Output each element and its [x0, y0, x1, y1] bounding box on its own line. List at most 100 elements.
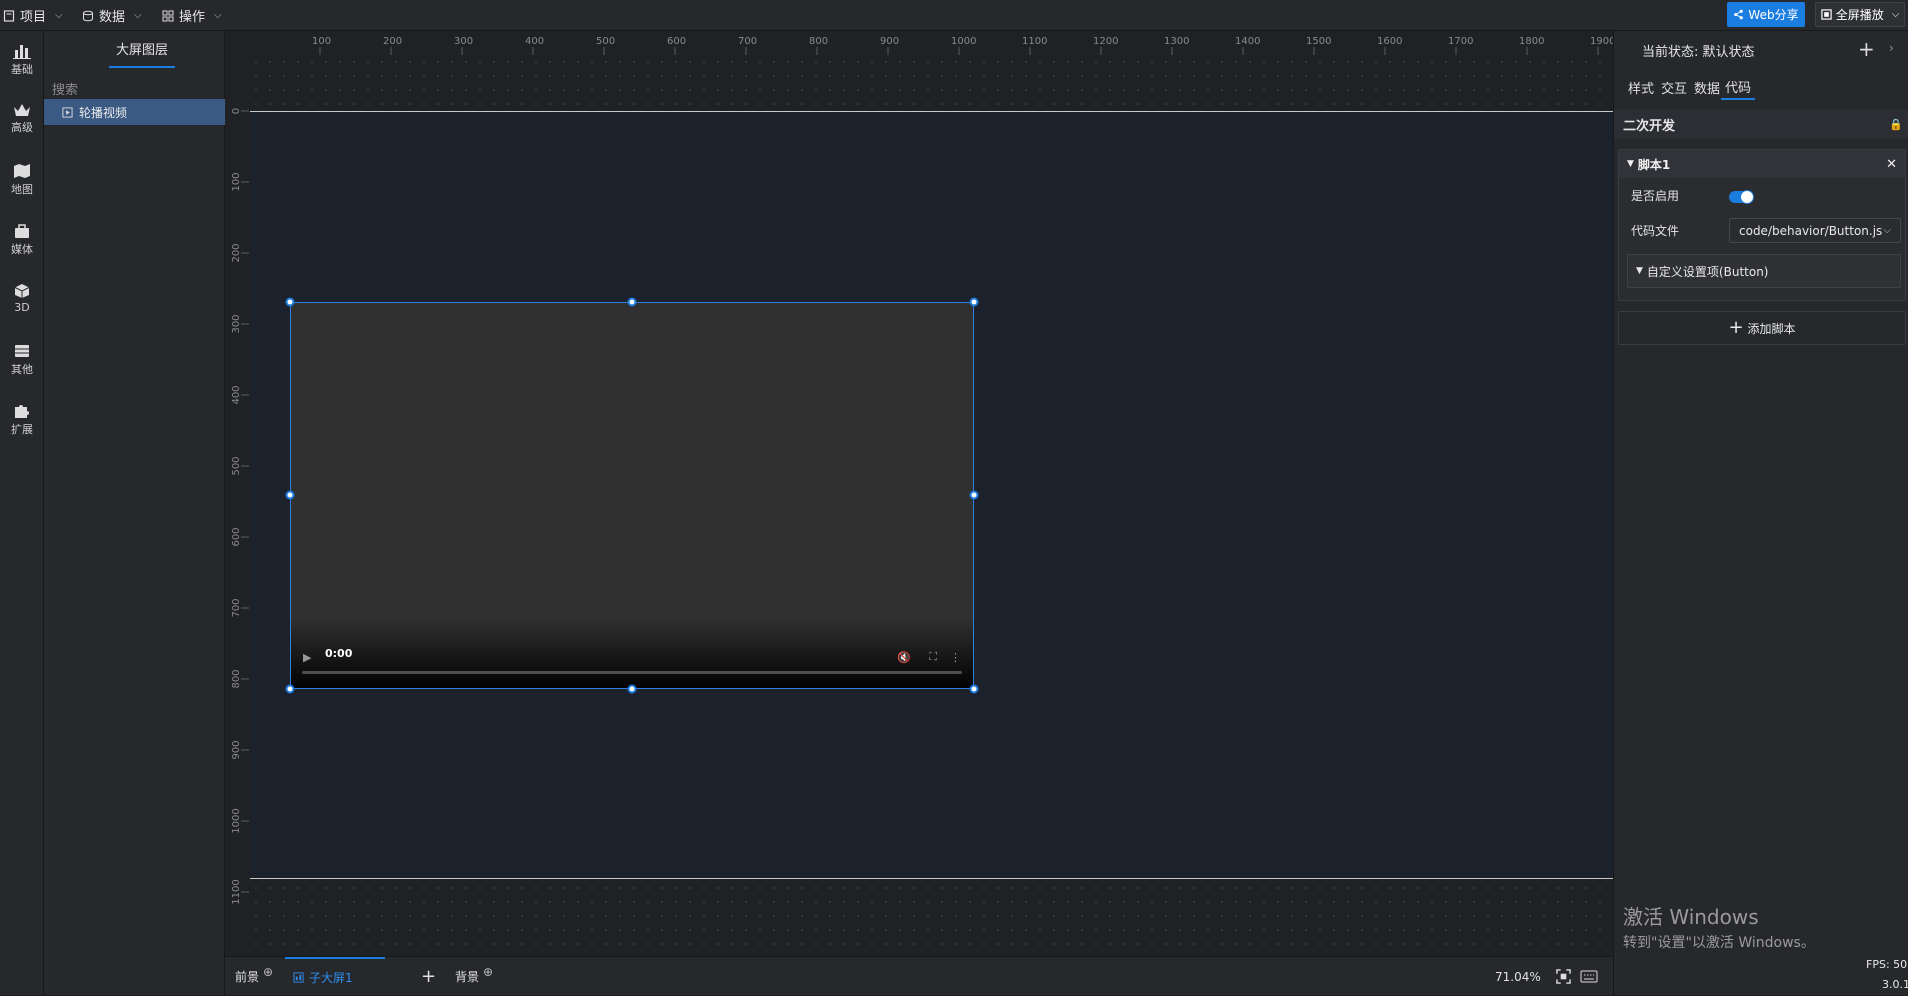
ruler-h-label: 200: [383, 36, 402, 47]
resize-handle-right[interactable]: [969, 490, 979, 500]
tab-foreground[interactable]: 前景 ⊕: [235, 957, 273, 996]
web-share-button[interactable]: Web分享: [1727, 2, 1805, 27]
ruler-h-label: 600: [667, 36, 686, 47]
custom-settings-label: 自定义设置项(Button): [1646, 264, 1769, 279]
category-map[interactable]: 地图: [0, 151, 44, 207]
close-icon[interactable]: ✕: [1886, 157, 1897, 172]
category-label: 其他: [11, 363, 33, 376]
add-circle-icon[interactable]: ⊕: [483, 965, 493, 979]
share-icon: [1734, 9, 1744, 20]
category-extension[interactable]: 扩展: [0, 391, 44, 447]
resize-handle-top-left[interactable]: [285, 297, 295, 307]
chevron-right-icon[interactable]: ›: [1889, 41, 1894, 55]
chevron-down-icon: ⌵: [55, 10, 63, 21]
add-script-button[interactable]: + 添加脚本: [1618, 311, 1906, 345]
caret-down-icon: ▼: [1627, 159, 1634, 169]
layer-panel: 大屏图层 搜索 轮播视频: [44, 31, 225, 995]
tab-code[interactable]: 代码: [1721, 74, 1755, 100]
fullscreen-play-button[interactable]: 全屏播放 ⌵: [1815, 2, 1905, 27]
vertical-ruler-ticks: 0 100 200 300 400 500 600 700 800 900 1000 1100: [231, 108, 249, 905]
category-media[interactable]: 媒体: [0, 211, 44, 267]
resize-handle-bottom[interactable]: [627, 684, 637, 694]
add-screen-button[interactable]: +: [421, 957, 436, 996]
keyboard-icon[interactable]: [1580, 957, 1598, 996]
play-icon[interactable]: ▶: [303, 651, 311, 664]
codefile-value: code/behavior/Button.js: [1739, 223, 1883, 238]
ruler-h-label: 1500: [1306, 36, 1331, 47]
category-label: 高级: [11, 121, 33, 134]
script-header[interactable]: ▼ 脚本1 ✕: [1619, 150, 1905, 178]
screen-icon: [293, 972, 304, 983]
ruler-h-label: 1800: [1519, 36, 1544, 47]
menu-operations-label: 操作: [179, 10, 206, 25]
video-component[interactable]: ▶ 0:00 🔇 ⛶ ⋮: [290, 302, 974, 689]
more-options-icon[interactable]: ⋮: [950, 651, 961, 664]
plus-icon: +: [1728, 317, 1744, 338]
zoom-level[interactable]: 71.04%: [1495, 957, 1541, 996]
menu-operations[interactable]: 操作 ⌵: [162, 0, 222, 31]
resize-handle-top-right[interactable]: [969, 297, 979, 307]
enabled-toggle[interactable]: [1729, 190, 1754, 204]
horizontal-ruler: 100 200 300 400 500 600 700 800 900 1000 1100 1200 1…: [249, 31, 1613, 55]
ruler-h-label: 1000: [951, 36, 976, 47]
resize-handle-bottom-left[interactable]: [285, 684, 295, 694]
ruler-h-label: 1200: [1093, 36, 1118, 47]
ruler-h-label: 700: [738, 36, 757, 47]
current-state-label: 当前状态: 默认状态: [1642, 45, 1755, 60]
fit-screen-icon[interactable]: [1556, 957, 1571, 996]
tab-sub-screen[interactable]: 子大屏1: [285, 957, 385, 996]
ruler-h-label: 400: [525, 36, 544, 47]
menu-project-label: 项目: [20, 10, 47, 25]
ruler-v-label: 900: [231, 740, 242, 759]
add-state-button[interactable]: +: [1858, 37, 1875, 61]
fullscreen-play-label: 全屏播放: [1835, 8, 1884, 22]
canvas-area[interactable]: ▶ 0:00 🔇 ⛶ ⋮ 100 200 300 400 500 600 700 800 900…: [225, 31, 1613, 956]
menu-data-label: 数据: [99, 10, 126, 25]
category-3d[interactable]: 3D: [0, 271, 44, 327]
category-advanced[interactable]: 高级: [0, 91, 44, 147]
category-other[interactable]: 其他: [0, 331, 44, 387]
video-progress-bar[interactable]: [302, 671, 962, 674]
custom-settings-group[interactable]: ▼ 自定义设置项(Button): [1627, 254, 1901, 288]
top-toolbar: 项目 ⌵ 数据 ⌵ 操作 ⌵ Web分享 全屏播放 ⌵: [0, 0, 1908, 31]
script-title: 脚本1: [1637, 157, 1671, 172]
resize-handle-top[interactable]: [627, 297, 637, 307]
tab-screen-layers[interactable]: 大屏图层: [109, 31, 175, 68]
ruler-h-label: 300: [454, 36, 473, 47]
category-basic[interactable]: 基础: [0, 31, 44, 87]
ruler-h-label: 1100: [1022, 36, 1047, 47]
add-script-label: 添加脚本: [1747, 321, 1796, 336]
video-control-gradient: [291, 618, 973, 688]
mute-icon[interactable]: 🔇: [897, 651, 911, 664]
toggle-knob: [1740, 190, 1754, 204]
resize-handle-left[interactable]: [285, 490, 295, 500]
menu-project[interactable]: 项目 ⌵: [3, 0, 63, 31]
puzzle-icon: [15, 405, 29, 418]
resize-handle-bottom-right[interactable]: [969, 684, 979, 694]
add-circle-icon[interactable]: ⊕: [263, 965, 273, 979]
bottom-bar: 前景 ⊕ 子大屏1 + 背景 ⊕ 71.04%: [225, 956, 1613, 995]
layer-search-input[interactable]: 搜索: [52, 76, 217, 100]
tab-interaction[interactable]: 交互: [1660, 74, 1688, 100]
tab-data[interactable]: 数据: [1693, 74, 1721, 100]
tab-style[interactable]: 样式: [1627, 74, 1655, 100]
bar-chart-icon: [13, 45, 31, 59]
screen-artboard[interactable]: ▶ 0:00 🔇 ⛶ ⋮: [250, 111, 1613, 879]
caret-down-icon: ▼: [1636, 266, 1643, 276]
ruler-v-label: 700: [231, 598, 242, 617]
map-icon: [14, 164, 30, 178]
ruler-h-label: 1400: [1235, 36, 1260, 47]
codefile-select[interactable]: code/behavior/Button.js ⌵: [1729, 218, 1901, 243]
ruler-h-label: 1600: [1377, 36, 1402, 47]
category-label: 媒体: [11, 243, 33, 256]
ruler-v-label: 1100: [231, 879, 242, 904]
ruler-v-label: 100: [231, 172, 242, 191]
layer-item[interactable]: 轮播视频: [44, 99, 225, 125]
ruler-h-label: 800: [809, 36, 828, 47]
lock-icon[interactable]: 🔒: [1889, 118, 1903, 131]
fullscreen-icon[interactable]: ⛶: [929, 650, 937, 664]
menu-data[interactable]: 数据 ⌵: [82, 0, 142, 31]
section-secondary-dev: 二次开发 🔒: [1614, 110, 1908, 138]
tab-background[interactable]: 背景 ⊕: [455, 957, 493, 996]
script-card: ▼ 脚本1 ✕ 是否启用 代码文件 code/behavior/Button.j…: [1618, 149, 1906, 301]
